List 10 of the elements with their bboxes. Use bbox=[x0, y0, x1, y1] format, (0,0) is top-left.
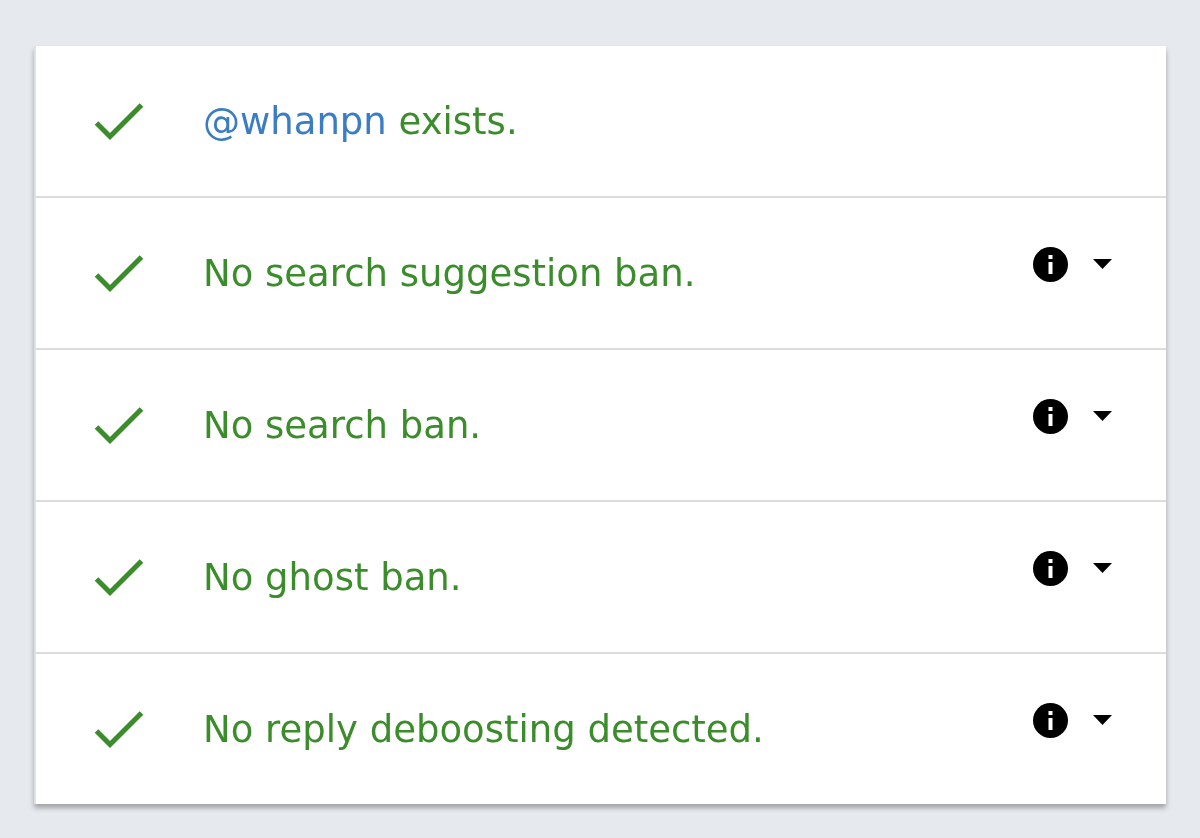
info-icon bbox=[1033, 550, 1068, 586]
info-icon bbox=[1033, 246, 1068, 282]
status-text: @whanpn exists. bbox=[203, 100, 519, 144]
status-text: No search ban. bbox=[203, 404, 483, 448]
status-text: No ghost ban. bbox=[203, 556, 463, 600]
status-text: No reply deboosting detected. bbox=[203, 708, 765, 752]
info-icon bbox=[1033, 398, 1068, 434]
username-link[interactable]: @whanpn bbox=[203, 100, 387, 143]
status-text: No search suggestion ban. bbox=[203, 252, 697, 296]
info-icon bbox=[1033, 702, 1068, 738]
